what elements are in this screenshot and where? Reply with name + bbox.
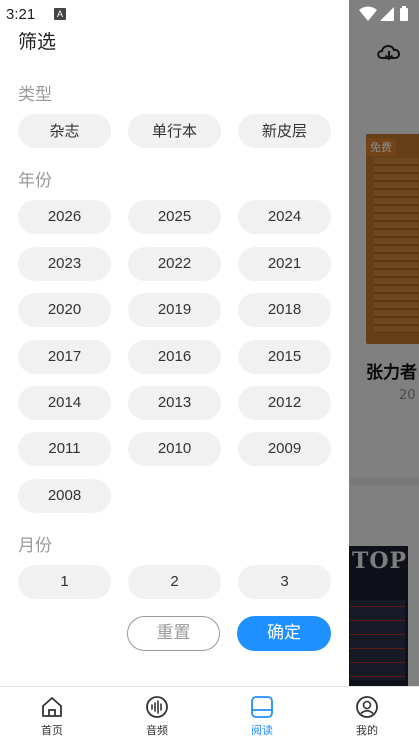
- month-chip[interactable]: 2: [128, 565, 221, 599]
- profile-icon: [356, 696, 378, 718]
- year-chip[interactable]: 2014: [18, 386, 111, 420]
- notification-icon: A: [54, 8, 66, 20]
- year-chip[interactable]: 2021: [238, 247, 331, 281]
- year-chip[interactable]: 2020: [18, 293, 111, 327]
- nav-label: 我的: [356, 724, 378, 737]
- home-icon: [42, 697, 62, 717]
- year-chip[interactable]: 2022: [128, 247, 221, 281]
- nav-item-audio[interactable]: 音频: [105, 687, 209, 744]
- year-chip[interactable]: 2008: [18, 479, 111, 513]
- nav-item-profile[interactable]: 我的: [315, 687, 419, 744]
- year-section-label: 年份: [18, 171, 52, 191]
- type-chip[interactable]: 杂志: [18, 114, 111, 148]
- reset-button[interactable]: 重置: [127, 616, 220, 651]
- year-chip[interactable]: 2024: [238, 200, 331, 234]
- nav-item-home[interactable]: 首页: [0, 687, 104, 744]
- year-chip[interactable]: 2013: [128, 386, 221, 420]
- year-chip[interactable]: 2018: [238, 293, 331, 327]
- status-time: 3:21: [6, 6, 36, 23]
- month-chip-row: 1 2 3: [0, 560, 349, 600]
- nav-label: 音频: [146, 724, 168, 737]
- year-chip[interactable]: 2016: [128, 340, 221, 374]
- confirm-button[interactable]: 确定: [237, 616, 331, 651]
- type-chip[interactable]: 单行本: [128, 114, 221, 148]
- month-chip[interactable]: 1: [18, 565, 111, 599]
- nav-label: 首页: [41, 724, 63, 737]
- year-chip[interactable]: 2011: [18, 432, 111, 466]
- month-section-label: 月份: [18, 536, 52, 556]
- year-chip[interactable]: 2010: [128, 432, 221, 466]
- year-chip[interactable]: 2023: [18, 247, 111, 281]
- type-section-label: 类型: [18, 85, 52, 105]
- year-chip[interactable]: 2015: [238, 340, 331, 374]
- type-chip[interactable]: 新皮层: [238, 114, 331, 148]
- drawer-title: 筛选: [18, 31, 57, 53]
- filter-drawer: 筛选 类型 杂志 单行本 新皮层 年份 2026 2025 2024 2023 …: [0, 0, 349, 686]
- bottom-nav: 首页 音频 阅读 我的: [0, 686, 419, 744]
- year-chip[interactable]: 2009: [238, 432, 331, 466]
- year-chip[interactable]: 2026: [18, 200, 111, 234]
- nav-item-read[interactable]: 阅读: [210, 687, 314, 744]
- status-icons: [359, 6, 408, 21]
- audio-icon: [146, 696, 168, 718]
- battery-icon: [400, 8, 408, 21]
- year-chip[interactable]: 2017: [18, 340, 111, 374]
- signal-icon: [380, 7, 394, 21]
- year-chip[interactable]: 2019: [128, 293, 221, 327]
- book-icon: [251, 696, 273, 718]
- year-chip[interactable]: 2012: [238, 386, 331, 420]
- wifi-icon: [359, 6, 377, 21]
- nav-label: 阅读: [251, 724, 273, 737]
- month-chip[interactable]: 3: [238, 565, 331, 599]
- year-chip[interactable]: 2025: [128, 200, 221, 234]
